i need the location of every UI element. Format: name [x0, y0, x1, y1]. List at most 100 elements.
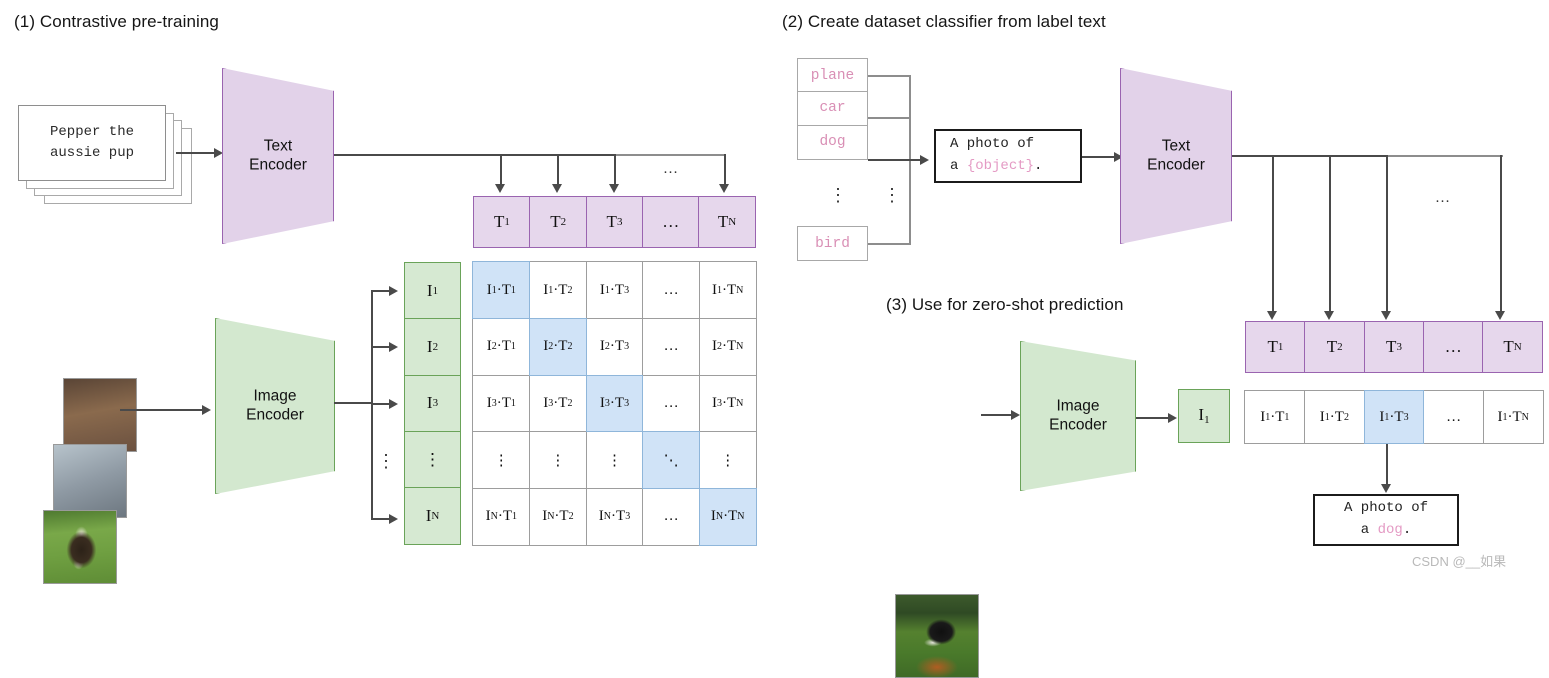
t-drop-arrow-2 — [552, 184, 562, 193]
similarity-cell: I N ·T 2 — [528, 487, 587, 546]
text-sample-line2: aussie pup — [49, 145, 134, 161]
arrow-score-to-prediction-line — [1386, 444, 1388, 486]
text-encoder-shape-2: Text Encoder — [1120, 68, 1232, 244]
arrow-image-to-encoder-line — [120, 409, 208, 411]
arrow-encoder-to-i1-head — [1168, 412, 1177, 423]
similarity-cell: I 1 ·T 2 — [528, 261, 587, 320]
p3-score-cell: I 1 ·T N — [1482, 390, 1544, 444]
label-list-ellipsis-left: ⋮ — [829, 185, 847, 205]
image-encoder-bus — [334, 402, 372, 404]
text-sample-card: Pepper the aussie pup — [18, 105, 166, 181]
label-connector-plane — [868, 75, 911, 77]
arrow-labels-to-prompt-line — [868, 159, 926, 161]
label-connector-car — [868, 117, 911, 119]
query-embedding-label: I1 — [1198, 405, 1210, 426]
text-encoder-label-2: Text Encoder — [1147, 137, 1205, 174]
similarity-cell: ⋮ — [472, 431, 531, 490]
similarity-cell: ⋱ — [642, 431, 701, 490]
image-encoder-shape-2: Image Encoder — [1020, 341, 1136, 491]
image-encoder-label-2: Image Encoder — [1049, 397, 1107, 434]
p3-text-embedding-row: T 1 T 2 T 3… T N — [1245, 321, 1543, 373]
text-embedding-row: T 1 T 2 T 3… T N — [473, 196, 756, 248]
prompt-line-1: A photo of — [950, 136, 1035, 153]
p3-t-drop-line-3 — [1386, 155, 1388, 313]
similarity-cell: I N ·T 1 — [472, 487, 531, 546]
similarity-cell: … — [642, 317, 701, 376]
similarity-cell: I 3 ·T 2 — [528, 374, 587, 433]
similarity-cell: … — [642, 374, 701, 433]
p3-score-cell: I 1 ·T 3 — [1363, 390, 1425, 444]
similarity-cell: ⋮ — [585, 431, 644, 490]
image-embedding-cell: I2 — [404, 318, 461, 377]
similarity-cell: I 3 ·T 1 — [472, 374, 531, 433]
similarity-cell: I N ·T N — [698, 487, 757, 546]
text-encoder-shape: Text Encoder — [222, 68, 334, 244]
prompt-line-2: a {object}. — [950, 158, 1043, 174]
i-feed-arrow-2 — [389, 341, 398, 352]
label-box-dog[interactable]: dog — [797, 124, 868, 160]
text-embedding-cell: TN — [698, 196, 756, 248]
p3-score-row: I 1 ·T 1 I 1 ·T 2 I 1 ·T 3… I 1 ·T N — [1244, 390, 1544, 444]
image-sample-card — [43, 510, 117, 584]
similarity-cell: ⋮ — [698, 431, 757, 490]
arrow-labels-to-prompt-head — [920, 154, 929, 165]
p3-score-cell: … — [1423, 390, 1485, 444]
text-encoder-label: Text Encoder — [249, 137, 307, 174]
p3-t-drop-arrow-2 — [1324, 311, 1334, 320]
text-embedding-cell: T2 — [1304, 321, 1366, 373]
p3-t-drop-line-1 — [1272, 155, 1274, 313]
label-box-plane[interactable]: plane — [797, 58, 868, 93]
prediction-box: A photo of a dog. — [1313, 494, 1459, 546]
prompt-template-box: A photo of a {object}. — [934, 129, 1082, 183]
query-image — [895, 594, 979, 678]
t-drop-line-1 — [500, 154, 502, 186]
image-sample-card-back-1 — [53, 444, 127, 518]
i-feed-arrow-3 — [389, 398, 398, 409]
label-box-bird[interactable]: bird — [797, 226, 868, 261]
similarity-cell: I 3 ·T N — [698, 374, 757, 433]
prediction-slot: dog — [1377, 522, 1403, 538]
similarity-cell: I 1 ·T N — [698, 261, 757, 320]
text-embedding-cell: … — [1422, 321, 1484, 373]
i-feed-ellipsis: ⋮ — [377, 451, 395, 471]
image-embedding-column: I 1 I 2 I 3 ⋮ I N — [404, 262, 461, 545]
prediction-line-1: A photo of — [1343, 500, 1428, 517]
t-drop-arrow-3 — [609, 184, 619, 193]
text-embedding-cell: T3 — [585, 196, 644, 248]
image-embedding-cell: I3 — [404, 374, 461, 433]
panel-2-title: (2) Create dataset classifier from label… — [782, 12, 1106, 31]
similarity-cell: ⋮ — [528, 431, 587, 490]
similarity-cell: I 1 ·T 3 — [585, 261, 644, 320]
text-sample-line1: Pepper the — [49, 124, 134, 140]
csdn-watermark: CSDN @__如果 — [1412, 554, 1507, 569]
image-embedding-cell: IN — [404, 487, 461, 545]
text-embedding-cell: T1 — [1245, 321, 1306, 373]
similarity-cell: I 2 ·T 3 — [585, 317, 644, 376]
p3-t-drop-ellipsis: … — [1435, 190, 1450, 206]
panel-1-title: (1) Contrastive pre-training — [14, 12, 219, 31]
text-embedding-cell: T1 — [473, 196, 531, 248]
t-drop-line-n — [724, 154, 726, 186]
similarity-cell: … — [642, 487, 701, 546]
text-embedding-cell: TN — [1482, 321, 1543, 373]
panel-3-title: (3) Use for zero-shot prediction — [886, 295, 1124, 314]
similarity-cell: I 2 ·T 2 — [528, 317, 587, 376]
image-encoder-label: Image Encoder — [246, 387, 304, 424]
i-feed-arrow-1 — [389, 285, 398, 296]
image-embedding-cell: I1 — [404, 262, 461, 320]
arrow-query-to-encoder-head — [1011, 409, 1020, 420]
p3-score-cell: I 1 ·T 2 — [1303, 390, 1365, 444]
label-list-ellipsis-right: ⋮ — [883, 185, 901, 205]
p3-t-drop-arrow-n — [1495, 311, 1505, 320]
similarity-cell: … — [642, 261, 701, 320]
p3-t-drop-line-2 — [1329, 155, 1331, 313]
text-embedding-cell: … — [641, 196, 700, 248]
p3-t-drop-arrow-1 — [1267, 311, 1277, 320]
text-encoder-2-bus-ext — [1387, 155, 1503, 157]
t-drop-line-2 — [557, 154, 559, 186]
arrow-image-to-encoder-head — [202, 404, 211, 415]
image-sample-card-back-2 — [63, 378, 137, 452]
text-embedding-cell: T2 — [529, 196, 588, 248]
label-box-car[interactable]: car — [797, 90, 868, 126]
p3-t-drop-line-n — [1500, 155, 1502, 313]
